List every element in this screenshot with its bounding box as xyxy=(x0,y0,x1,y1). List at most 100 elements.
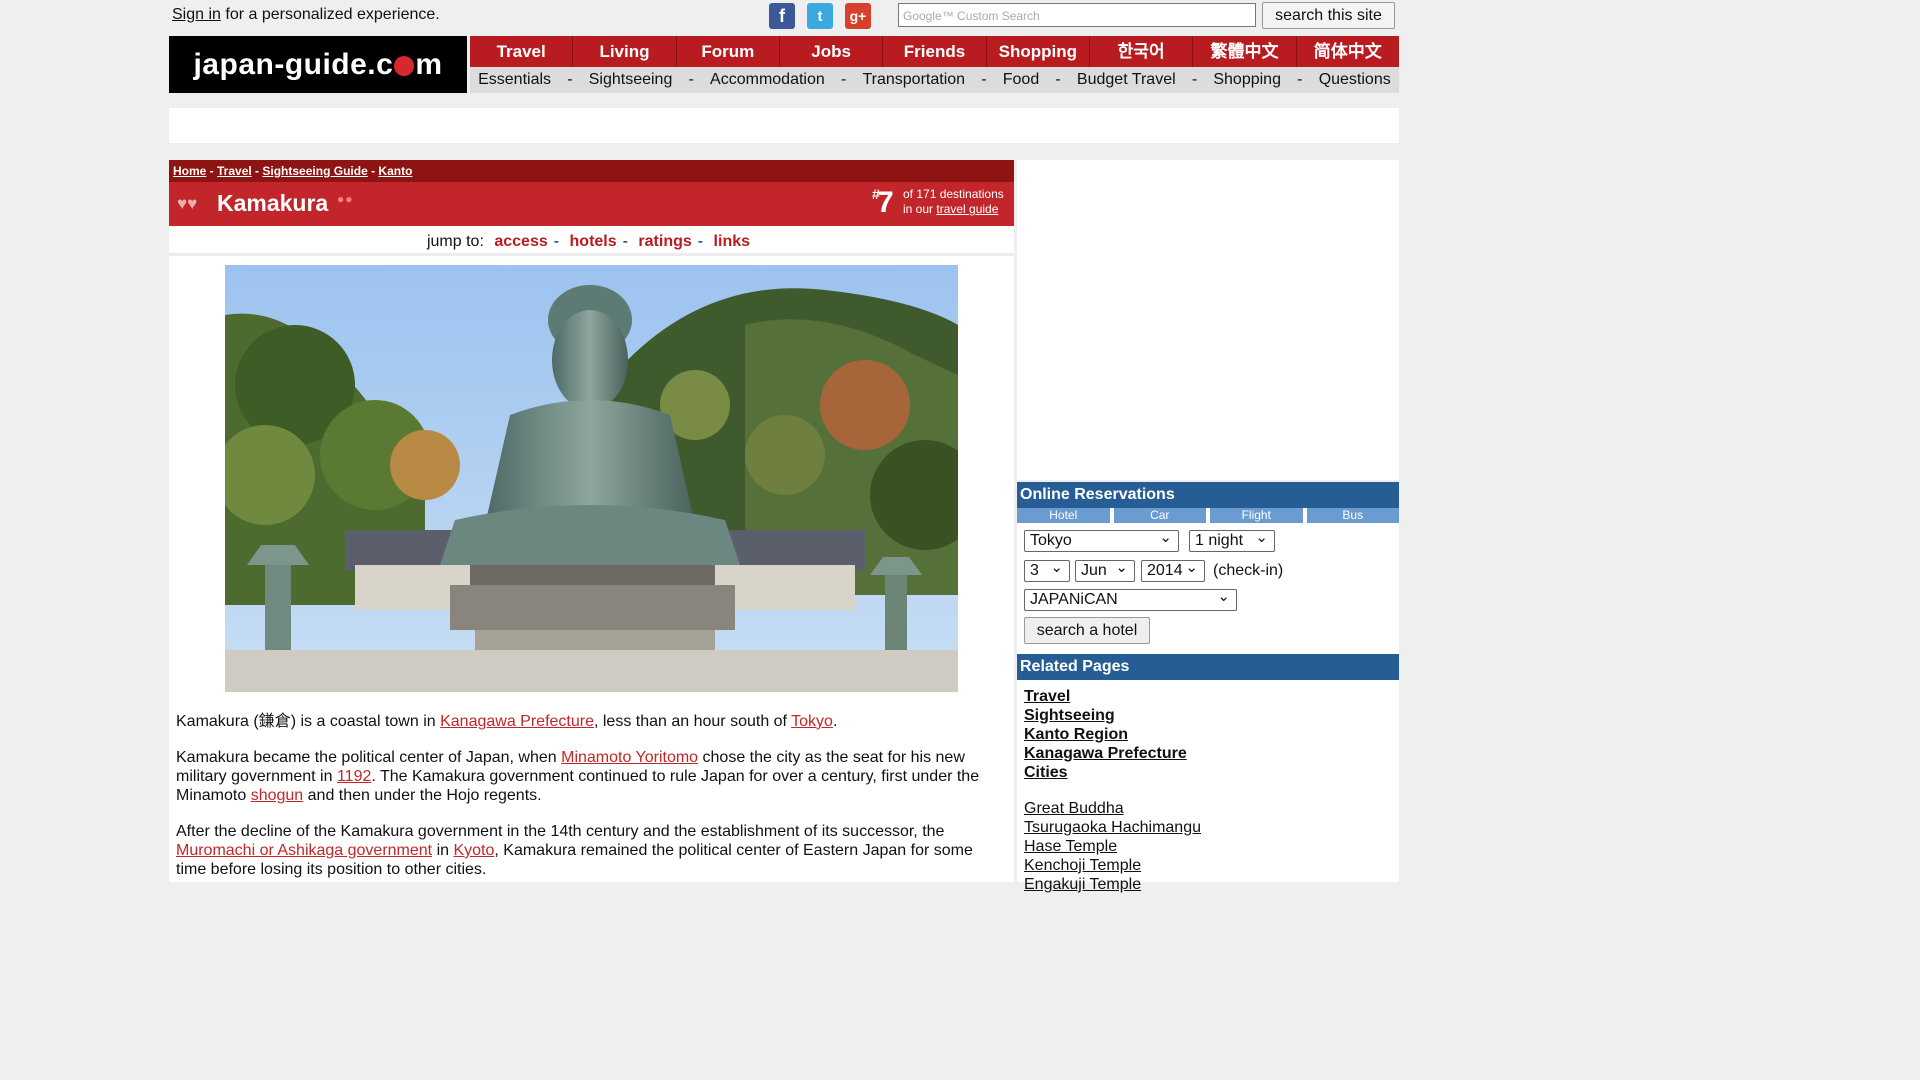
month-select[interactable]: Jun xyxy=(1075,558,1135,582)
rank-number: 7 xyxy=(877,186,894,219)
rank-line-1: of 171 destinations xyxy=(903,187,1004,201)
reservations-panel: Online Reservations Hotel Car Flight Bus… xyxy=(1017,482,1399,893)
nav-traditional-chinese[interactable]: 繁體中文 xyxy=(1193,36,1297,67)
jump-to-label: jump to: xyxy=(426,233,484,250)
nav-travel[interactable]: Travel xyxy=(470,36,574,67)
facebook-icon[interactable]: f xyxy=(769,3,795,29)
jump-links-link[interactable]: links xyxy=(714,233,750,250)
related-link[interactable]: Sightseeing xyxy=(1024,706,1201,725)
tab-hotel[interactable]: Hotel xyxy=(1017,508,1110,523)
subnav-sightseeing[interactable]: Sightseeing xyxy=(589,71,673,89)
related-link[interactable]: Engakuji Temple xyxy=(1024,875,1201,894)
great-buddha-illustration xyxy=(225,265,958,692)
subnav-essentials[interactable]: Essentials xyxy=(478,71,551,89)
tab-car[interactable]: Car xyxy=(1113,508,1206,523)
search-site-button[interactable]: search this site xyxy=(1262,2,1395,29)
subnav-separator: - xyxy=(1297,71,1303,88)
logo-dot xyxy=(394,55,415,76)
related-link[interactable]: Travel xyxy=(1024,687,1201,706)
logo-text-start: japan-guide.c xyxy=(193,47,394,81)
page-title: Kamakura xyxy=(217,190,329,216)
tokyo-link[interactable]: Tokyo xyxy=(791,713,833,730)
jump-to-bar: jump to: access - hotels - ratings - links xyxy=(169,230,1014,256)
search-input[interactable]: Google™ Custom Search xyxy=(898,3,1256,27)
kanagawa-link[interactable]: Kanagawa Prefecture xyxy=(440,713,594,730)
text: Kamakura became the political center of … xyxy=(176,749,562,766)
breadcrumb-travel[interactable]: Travel xyxy=(217,164,252,178)
nav-living[interactable]: Living xyxy=(573,36,677,67)
text: . xyxy=(832,713,838,730)
travel-guide-link[interactable]: travel guide xyxy=(936,202,998,216)
subnav-separator: - xyxy=(840,71,847,88)
text: , less than an hour south of xyxy=(593,713,792,730)
subnav-shopping[interactable]: Shopping xyxy=(1213,71,1281,89)
favorite-heart-icon[interactable]: ♥♥ xyxy=(177,194,197,214)
city-select[interactable]: Tokyo xyxy=(1024,528,1179,552)
signin-link[interactable]: Sign in xyxy=(172,6,221,23)
great-buddha-photo xyxy=(225,265,958,692)
nav-forum[interactable]: Forum xyxy=(677,36,780,67)
day-select[interactable]: 3 xyxy=(1024,558,1070,582)
related-link[interactable]: Cities xyxy=(1024,763,1201,782)
nav-shopping[interactable]: Shopping xyxy=(987,36,1090,67)
related-link[interactable]: Great Buddha xyxy=(1024,799,1201,818)
article-paragraph: After the decline of the Kamakura govern… xyxy=(176,822,1006,879)
title-bar: ♥♥ Kamakura ●● # 7 of 171 destinations i… xyxy=(169,182,1014,226)
related-link[interactable]: Kanagawa Prefecture xyxy=(1024,744,1201,763)
subnav-transportation[interactable]: Transportation xyxy=(862,71,965,89)
jump-ratings-link[interactable]: ratings xyxy=(638,233,691,250)
related-link[interactable]: Kenchoji Temple xyxy=(1024,856,1201,875)
subnav-separator: - xyxy=(688,71,694,88)
googleplus-icon[interactable]: g+ xyxy=(845,3,871,29)
subnav-separator: - xyxy=(1055,71,1061,88)
nav-korean[interactable]: 한국어 xyxy=(1090,36,1194,67)
tab-bus[interactable]: Bus xyxy=(1306,508,1399,523)
subnav-accommodation[interactable]: Accommodation xyxy=(710,71,825,89)
breadcrumb-home[interactable]: Home xyxy=(173,164,206,178)
rank-text: of 171 destinations in our travel guide xyxy=(903,187,1004,217)
rank-line-2: in our travel guide xyxy=(903,202,1004,217)
twitter-icon[interactable]: t xyxy=(807,3,833,29)
yoritomo-link[interactable]: Minamoto Yoritomo xyxy=(561,749,698,766)
subnav-questions[interactable]: Questions xyxy=(1319,71,1391,89)
nav-jobs[interactable]: Jobs xyxy=(780,36,884,67)
subnav-separator: - xyxy=(981,71,987,88)
tab-flight[interactable]: Flight xyxy=(1210,508,1303,523)
reservations-heading: Online Reservations xyxy=(1017,482,1399,508)
nav-friends[interactable]: Friends xyxy=(883,36,987,67)
breadcrumb-kanto[interactable]: Kanto xyxy=(378,164,412,178)
sub-nav: Essentials - Sightseeing - Accommodation - … xyxy=(470,67,1399,93)
year-select[interactable]: 2014 xyxy=(1141,558,1205,582)
breadcrumb-sightseeing-guide[interactable]: Sightseeing Guide xyxy=(262,164,367,178)
search-hotel-button[interactable]: search a hotel xyxy=(1024,617,1150,644)
related-pages-heading: Related Pages xyxy=(1017,654,1399,680)
subnav-separator: - xyxy=(1191,71,1198,88)
subnav-food[interactable]: Food xyxy=(1003,71,1039,89)
muromachi-link[interactable]: Muromachi or Ashikaga government xyxy=(176,842,432,859)
text: After the decline of the Kamakura govern… xyxy=(176,823,945,840)
ad-banner xyxy=(169,108,1399,143)
kyoto-link[interactable]: Kyoto xyxy=(453,842,494,859)
article-paragraph: Kamakura (鎌倉) is a coastal town in Kanag… xyxy=(176,712,1006,731)
nav-simplified-chinese[interactable]: 简体中文 xyxy=(1297,36,1399,67)
related-link[interactable]: Hase Temple xyxy=(1024,837,1201,856)
jump-access-link[interactable]: access xyxy=(494,233,547,250)
subnav-budget-travel[interactable]: Budget Travel xyxy=(1077,71,1176,89)
nights-select[interactable]: 1 night xyxy=(1189,528,1275,552)
signin-prompt-text: for a personalized experience. xyxy=(220,6,440,23)
article-body: Kamakura (鎌倉) is a coastal town in Kanag… xyxy=(176,712,1006,896)
shogun-link[interactable]: shogun xyxy=(251,787,304,804)
reservation-tabs: Hotel Car Flight Bus xyxy=(1017,508,1399,523)
related-link[interactable]: Kanto Region xyxy=(1024,725,1201,744)
subnav-separator: - xyxy=(567,71,573,88)
breadcrumb: Home - Travel - Sightseeing Guide - Kant… xyxy=(169,160,1014,182)
related-pages-list: Travel Sightseeing Kanto Region Kanagawa… xyxy=(1024,687,1201,894)
year-1192-link[interactable]: 1192 xyxy=(337,768,371,785)
site-logo[interactable]: japan-guide.c m xyxy=(169,36,467,93)
checkin-label: (check-in) xyxy=(1213,562,1284,579)
related-link[interactable]: Tsurugaoka Hachimangu xyxy=(1024,818,1201,837)
jump-hotels-link[interactable]: hotels xyxy=(570,233,617,250)
provider-select[interactable]: JAPANiCAN xyxy=(1024,587,1237,611)
article-paragraph: Kamakura became the political center of … xyxy=(176,748,1006,805)
